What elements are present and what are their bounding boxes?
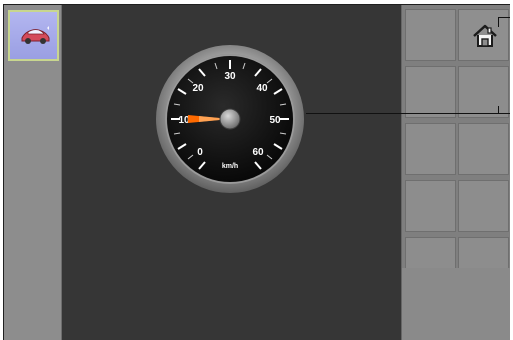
grid-button-6[interactable] (405, 180, 456, 232)
gauge-hub (219, 108, 241, 130)
callout-line-gauge-vertical (498, 106, 499, 114)
left-rail (4, 5, 62, 340)
tick-label-30: 30 (224, 71, 236, 82)
grid-button-3[interactable] (458, 66, 509, 118)
tick-label-50: 50 (269, 115, 281, 126)
grid-button-2[interactable] (405, 66, 456, 118)
screen: 30 40 20 50 10 60 0 km/h (3, 4, 510, 340)
main-area: 30 40 20 50 10 60 0 km/h (62, 5, 401, 340)
right-panel-footer (402, 268, 510, 340)
callout-line-gauge (306, 113, 510, 114)
speedometer: 30 40 20 50 10 60 0 km/h (156, 45, 304, 193)
home-icon (473, 24, 497, 47)
callout-line-top (498, 17, 510, 18)
car-icon (21, 26, 50, 44)
tick-label-40: 40 (256, 83, 268, 94)
tick-label-20: 20 (192, 83, 204, 94)
grid-button-5[interactable] (458, 123, 509, 175)
grid-button-4[interactable] (405, 123, 456, 175)
grid-button-7[interactable] (458, 180, 509, 232)
grid-button-1[interactable] (405, 9, 456, 61)
gauge-unit: km/h (222, 163, 238, 170)
callout-line-top-vertical (498, 17, 499, 27)
right-panel (401, 5, 510, 340)
tick-label-60: 60 (252, 147, 264, 158)
app-tile[interactable] (8, 10, 59, 61)
tick-label-0: 0 (197, 147, 203, 158)
